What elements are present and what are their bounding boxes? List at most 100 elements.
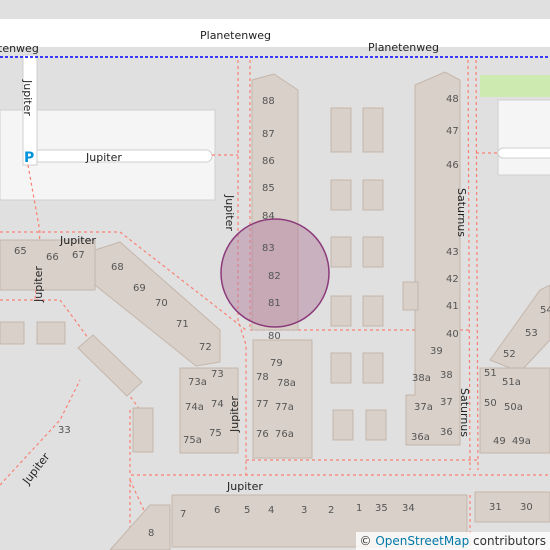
house-number: 37 [440, 397, 453, 408]
house-number: 69 [133, 283, 146, 294]
house-number: 53 [525, 328, 538, 339]
building-bottom-right[interactable] [474, 491, 550, 523]
street-label-jupiter-top-vertical: Jupiter [21, 79, 34, 116]
building-left-small-a[interactable] [0, 321, 25, 345]
house-number: 39 [430, 346, 443, 357]
street-label-jupiter-parking: Jupiter [85, 151, 122, 164]
house-number: 40 [446, 329, 459, 340]
shed-5[interactable] [330, 236, 352, 268]
street-label-jupiter-left-vertical: Jupiter [32, 266, 45, 303]
house-number: 51 [484, 368, 497, 379]
building-bottom-8[interactable] [109, 504, 171, 550]
house-number: 86 [262, 156, 275, 167]
shed-10[interactable] [362, 352, 384, 384]
street-label-planetenweg-left: tenweg [0, 42, 39, 55]
house-number: 4 [268, 505, 274, 516]
street-label-jupiter-vertical-mid: Jupiter [223, 194, 236, 231]
house-number: 85 [262, 183, 275, 194]
shed-2[interactable] [362, 107, 384, 153]
house-number: 80 [268, 331, 281, 342]
building-left-small-b[interactable] [36, 321, 66, 345]
street-label-planetenweg-main: Planetenweg [200, 29, 271, 42]
house-number: 54 [540, 305, 550, 316]
house-number: 72 [199, 342, 212, 353]
house-number: 66 [46, 252, 59, 263]
house-number: 46 [446, 160, 459, 171]
house-number: 78 [256, 372, 269, 383]
house-number: 38 [440, 370, 453, 381]
house-number: 41 [446, 301, 459, 312]
house-number: 30 [520, 502, 533, 513]
house-number: 48 [446, 94, 459, 105]
house-number: 76a [275, 429, 294, 440]
house-number: 31 [489, 502, 502, 513]
house-number: 38a [412, 373, 431, 384]
footway-d [475, 59, 479, 471]
house-number: 81 [268, 298, 281, 309]
house-number: 87 [262, 129, 275, 140]
parking-icon[interactable]: P [24, 150, 34, 166]
house-number: 78a [277, 378, 296, 389]
house-number: 74a [185, 402, 204, 413]
house-number: 42 [446, 274, 459, 285]
house-number: 1 [356, 503, 362, 514]
house-number: 49a [512, 436, 531, 447]
house-number: 52 [503, 349, 516, 360]
house-number: 50a [504, 402, 523, 413]
house-number: 77a [275, 402, 294, 413]
street-label-saturnus-upper: Saturnus [455, 188, 468, 237]
house-number: 2 [328, 505, 334, 516]
house-number: 76 [256, 429, 269, 440]
grass-patch [480, 75, 550, 97]
shed-left-1[interactable] [132, 407, 154, 453]
house-number: 6 [214, 505, 220, 516]
house-number: 49 [493, 436, 506, 447]
shed-12[interactable] [365, 409, 387, 441]
parking-lot-right[interactable] [497, 99, 550, 176]
house-number: 47 [446, 126, 459, 137]
shed-11[interactable] [332, 409, 354, 441]
attribution-suffix: contributors [469, 534, 546, 548]
house-number: 74 [211, 399, 224, 410]
shed-6[interactable] [362, 236, 384, 268]
shed-9[interactable] [330, 352, 352, 384]
house-number: 5 [244, 505, 250, 516]
house-number: 75 [209, 428, 222, 439]
house-number: 82 [268, 271, 281, 282]
shed-3[interactable] [330, 179, 352, 211]
building-42-ext[interactable] [402, 281, 419, 311]
house-number: 73 [211, 369, 224, 380]
street-label-jupiter-lower-left: Jupiter [20, 450, 53, 487]
house-number: 65 [14, 246, 27, 257]
road-planetenweg[interactable] [0, 19, 550, 47]
house-number: 33 [58, 425, 71, 436]
building-54-52[interactable] [489, 284, 550, 373]
house-number: 37a [414, 402, 433, 413]
building-diag-small[interactable] [77, 334, 143, 397]
house-number: 84 [262, 211, 275, 222]
street-label-planetenweg-path: Planetenweg [368, 41, 439, 54]
street-label-saturnus-lower: Saturnus [458, 388, 471, 437]
house-number: 36a [411, 432, 430, 443]
house-number: 71 [176, 319, 189, 330]
osm-link[interactable]: OpenStreetMap [375, 534, 469, 548]
house-number: 83 [262, 243, 275, 254]
house-number: 79 [270, 358, 283, 369]
house-number: 68 [111, 262, 124, 273]
house-number: 75a [183, 435, 202, 446]
footway-f [0, 299, 141, 411]
shed-1[interactable] [330, 107, 352, 153]
house-number: 3 [301, 505, 307, 516]
road-jupiter-right-spur[interactable] [497, 147, 550, 159]
shed-8[interactable] [362, 295, 384, 327]
house-number: 51a [502, 377, 521, 388]
shed-7[interactable] [330, 295, 352, 327]
shed-4[interactable] [362, 179, 384, 211]
house-number: 36 [440, 427, 453, 438]
map-canvas[interactable]: Planetenweg tenweg Planetenweg Jupiter J… [0, 0, 550, 550]
house-number: 7 [180, 509, 186, 520]
street-label-jupiter-bottom: Jupiter [226, 480, 263, 493]
house-number: 8 [148, 528, 154, 539]
street-label-jupiter-upper-left: Jupiter [59, 234, 96, 247]
attribution-copyright: © [359, 534, 376, 548]
